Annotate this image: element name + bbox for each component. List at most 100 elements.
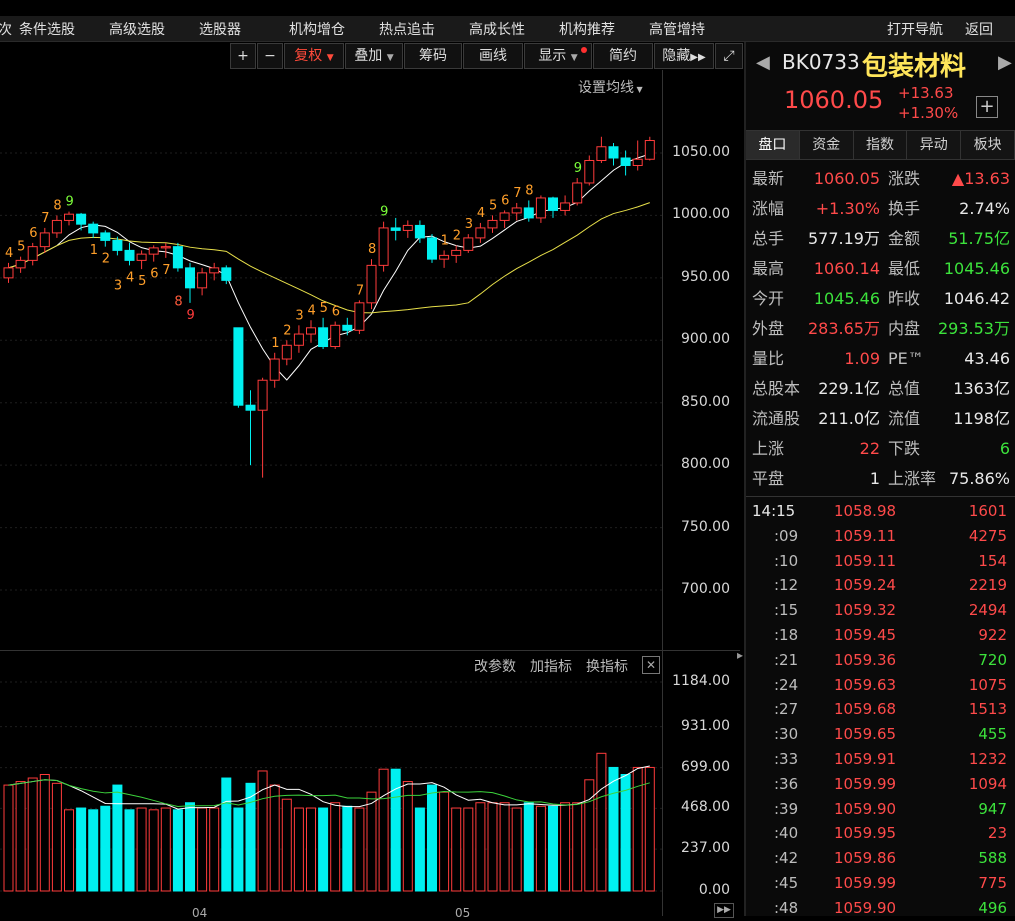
- tick-row: :15 1059.32 2494: [746, 598, 1015, 623]
- candle: [88, 221, 99, 238]
- tick-time: :27: [774, 700, 799, 719]
- close-icon[interactable]: ✕: [642, 656, 660, 674]
- candle: [414, 220, 425, 243]
- volume-bar: [439, 791, 450, 892]
- volume-bar: [378, 768, 389, 892]
- stat-label: 昨收: [888, 289, 921, 308]
- quote-header: ◀ BK0733 包装材料 ▶ 1060.05 +13.63 +1.30% +: [746, 42, 1015, 131]
- volume-bar: [293, 807, 304, 892]
- td-label: 5: [138, 274, 146, 289]
- price-axis-label: 700.00: [681, 581, 730, 597]
- nav-item-jigou-zengcang[interactable]: 机构增仓: [289, 19, 345, 39]
- tab-bankuai[interactable]: 板块: [961, 131, 1015, 159]
- candle: [306, 320, 316, 343]
- tick-price: 1059.91: [834, 750, 897, 768]
- tick-time: :30: [774, 725, 799, 744]
- volume-bar: [281, 798, 292, 892]
- volume-bar: [451, 807, 462, 892]
- prev-stock-icon[interactable]: ◀: [756, 52, 770, 73]
- tick-price: 1059.11: [834, 526, 897, 545]
- tab-zijin[interactable]: 资金: [799, 131, 854, 159]
- pane-separator: [0, 650, 740, 651]
- collapse-arrow-icon[interactable]: ▸: [737, 648, 743, 662]
- stat-label: 下跌: [888, 439, 921, 458]
- quote-row: 总股本 229.1亿 总值 1363亿: [752, 374, 1010, 404]
- nav-item-gaochengzhang[interactable]: 高成长性: [469, 19, 525, 39]
- stat-label: 涨幅: [752, 199, 785, 218]
- volume-bar: [414, 807, 425, 892]
- volume-bar: [572, 802, 583, 892]
- switch-indicator-button[interactable]: 换指标: [586, 656, 628, 676]
- candle: [463, 234, 474, 253]
- volume-bar: [88, 809, 99, 892]
- volume-bar: [463, 807, 474, 892]
- quote-tabs: 盘口 资金 指数 异动 板块: [746, 131, 1015, 160]
- stat-label: 最高: [752, 259, 785, 278]
- volume-bar: [511, 807, 522, 892]
- stat-label: 总手: [752, 229, 785, 248]
- volume-bar: [39, 773, 50, 892]
- ma5-line: [8, 153, 650, 381]
- quote-row: 量比 1.09 PE™ 43.46: [752, 344, 1010, 374]
- tab-zhishu[interactable]: 指数: [853, 131, 908, 159]
- stat-value: 1: [869, 469, 880, 488]
- td-label: 6: [332, 305, 340, 320]
- tab-pankou[interactable]: 盘口: [746, 131, 800, 159]
- stat-value: 577.19万: [808, 229, 880, 248]
- tab-yidong[interactable]: 异动: [907, 131, 962, 159]
- tick-row: :12 1059.24 2219: [746, 573, 1015, 598]
- quote-panel: ◀ BK0733 包装材料 ▶ 1060.05 +13.63 +1.30% + …: [746, 42, 1015, 917]
- back-button[interactable]: 返回: [965, 19, 993, 39]
- tick-row: :40 1059.95 23: [746, 821, 1015, 846]
- nav-item-gaoguan[interactable]: 高管增持: [649, 19, 705, 39]
- candle: [51, 215, 62, 238]
- tick-time: :36: [774, 774, 799, 793]
- set-ma-dropdown[interactable]: 设置均线 ▼: [578, 77, 643, 97]
- nav-item-tiaojian[interactable]: 条件选股: [19, 19, 75, 39]
- nav-item-gaoji[interactable]: 高级选股: [109, 19, 165, 39]
- kline-chart[interactable]: 4 5678 91234 5 6 789123 4 5 67891 234 5 6 7 89: [0, 42, 740, 916]
- candle: [233, 327, 244, 408]
- tick-volume: 2219: [968, 576, 1007, 595]
- next-stock-icon[interactable]: ▶: [998, 52, 1012, 73]
- open-nav-button[interactable]: 打开导航: [887, 19, 943, 39]
- tick-time: :09: [774, 526, 799, 545]
- candle: [596, 136, 607, 163]
- stat-value: 22: [859, 439, 880, 458]
- nav-item-redian[interactable]: 热点追击: [379, 19, 435, 39]
- nav-item-jigou-tuijian[interactable]: 机构推荐: [559, 19, 615, 39]
- change-params-button[interactable]: 改参数: [474, 656, 516, 676]
- tick-volume: 1075: [968, 675, 1007, 694]
- tick-volume: 455: [978, 725, 1007, 744]
- nav-item-xuanguqi[interactable]: 选股器: [199, 19, 241, 39]
- volume-bar: [3, 784, 14, 892]
- volume-bar: [318, 807, 329, 892]
- candle: [269, 352, 280, 388]
- volume-axis-label: 0.00: [698, 882, 730, 898]
- tick-time: :18: [774, 626, 799, 644]
- add-watchlist-icon[interactable]: +: [976, 96, 998, 118]
- add-indicator-button[interactable]: 加指标: [530, 656, 572, 676]
- volume-bar: [185, 802, 195, 892]
- volume-bar: [608, 766, 619, 892]
- price-axis-label: 900.00: [681, 331, 730, 348]
- candle: [390, 217, 401, 241]
- volume-bar: [64, 809, 74, 892]
- quote-row: 最新 1060.05 涨跌 ▲13.63: [752, 164, 1010, 194]
- tick-price: 1059.36: [834, 650, 897, 669]
- tick-time: :42: [774, 849, 799, 868]
- volume-bar: [51, 782, 62, 892]
- tick-volume: 588: [978, 849, 1007, 868]
- nav-clipped-item[interactable]: 次: [0, 19, 12, 39]
- candle: [100, 230, 111, 247]
- tick-row: 14:15 1058.98 1601: [746, 499, 1015, 524]
- stat-value: 211.0亿: [818, 409, 880, 428]
- quote-row: 平盘 1 上涨率 75.86%: [752, 464, 1010, 494]
- quote-row: 总手 577.19万 金额 51.75亿: [752, 224, 1010, 254]
- stat-value: 1.09: [844, 349, 880, 368]
- td-label: 1: [90, 243, 98, 258]
- stat-label: 今开: [752, 289, 785, 308]
- tick-row: :27 1059.68 1513: [746, 697, 1015, 722]
- stat-value: 6: [999, 439, 1010, 458]
- stat-label: 平盘: [752, 469, 785, 488]
